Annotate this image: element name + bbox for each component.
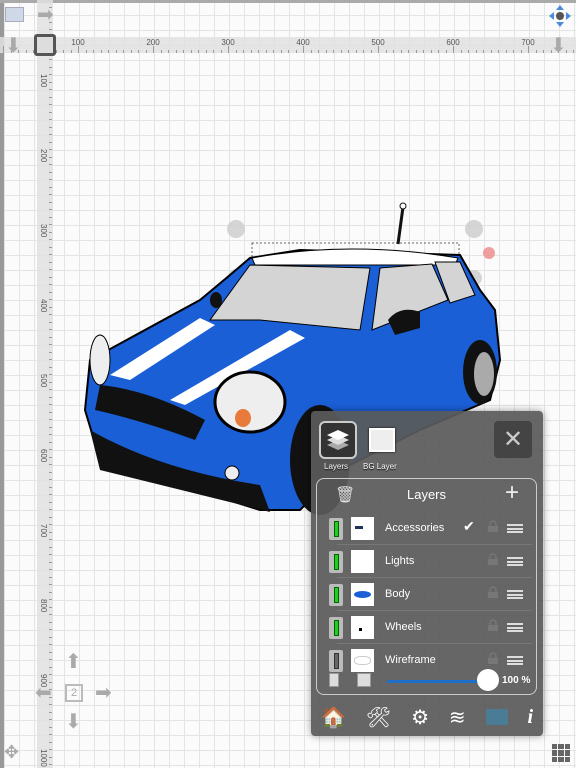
drag-handle-icon[interactable] xyxy=(507,656,523,665)
arrow-left-icon[interactable]: ⬅ xyxy=(35,683,52,703)
arrow-right-icon[interactable]: ➡ xyxy=(95,683,112,703)
close-button[interactable]: ✕ xyxy=(494,421,532,458)
visibility-toggle[interactable] xyxy=(329,551,343,573)
tab-label: BG Layer xyxy=(363,462,397,471)
layer-name: Body xyxy=(385,588,411,600)
drag-handle-icon[interactable] xyxy=(507,524,523,533)
layer-row[interactable]: Wireframe xyxy=(317,644,536,677)
drag-handle-icon[interactable] xyxy=(507,557,523,566)
layer-name: Accessories xyxy=(385,522,445,534)
drag-handle-icon[interactable] xyxy=(507,590,523,599)
gear-icon[interactable]: ⚙ xyxy=(411,705,429,730)
layer-thumbnail xyxy=(351,550,374,573)
layer-name: Lights xyxy=(385,555,415,567)
visibility-toggle[interactable] xyxy=(329,518,343,540)
lock-icon[interactable] xyxy=(488,619,498,631)
tab-label: Layers xyxy=(324,462,349,471)
layers-panel: Layers BG Layer ✕ 🗑 Layers + Accessories… xyxy=(311,411,543,736)
tab-layers[interactable] xyxy=(319,421,357,459)
opacity-value: 100 % xyxy=(502,675,531,686)
arrow-up-icon[interactable]: ⬆ xyxy=(65,652,82,672)
layer-name: Wheels xyxy=(385,621,422,633)
tools-icon[interactable]: 🛠 xyxy=(366,705,391,730)
arrow-down-icon[interactable]: ⬇ xyxy=(65,712,82,732)
layers-icon xyxy=(327,430,349,450)
drag-handle-icon[interactable] xyxy=(507,623,523,632)
layer-thumbnail xyxy=(351,616,374,639)
tab-bg-layer[interactable] xyxy=(363,421,401,459)
visibility-toggle[interactable] xyxy=(329,584,343,606)
layer-row[interactable]: Lights xyxy=(317,545,536,578)
check-icon: ✔ xyxy=(463,518,475,534)
close-icon: ✕ xyxy=(502,426,524,453)
merge-down-icon[interactable] xyxy=(357,673,371,687)
visibility-toggle[interactable] xyxy=(329,617,343,639)
home-icon[interactable]: 🏠 xyxy=(321,705,346,730)
layers-list: 🗑 Layers + Accessories ✔ Lights Body Whe… xyxy=(316,478,537,695)
add-layer-button[interactable]: + xyxy=(505,479,519,507)
panel-title: Layers xyxy=(406,487,447,502)
grid-view-button[interactable] xyxy=(552,744,570,762)
visibility-toggle[interactable] xyxy=(329,650,343,672)
layer-name: Wireframe xyxy=(385,654,436,666)
layer-thumbnail xyxy=(351,583,374,606)
layer-row[interactable]: Wheels xyxy=(317,611,536,644)
folder-icon[interactable] xyxy=(485,709,508,725)
layer-row[interactable]: Body xyxy=(317,578,536,611)
bottom-toolbar: 🏠 🛠 ⚙ ≋ i xyxy=(311,701,543,733)
opacity-slider-knob[interactable] xyxy=(477,669,499,691)
image-icon xyxy=(369,428,395,452)
layer-row[interactable]: Accessories ✔ xyxy=(317,512,536,545)
page-indicator[interactable]: 2 xyxy=(65,684,83,702)
layer-thumbnail xyxy=(351,517,374,540)
lock-icon[interactable] xyxy=(488,652,498,664)
info-icon[interactable]: i xyxy=(527,706,533,729)
opacity-slider[interactable] xyxy=(387,680,487,683)
lock-icon[interactable] xyxy=(488,586,498,598)
lock-icon[interactable] xyxy=(488,553,498,565)
lock-icon[interactable] xyxy=(488,520,498,532)
move-icon[interactable]: ✥ xyxy=(4,742,19,762)
layers-icon[interactable]: ≋ xyxy=(449,705,466,730)
duplicate-icon[interactable] xyxy=(329,673,339,687)
layer-thumbnail xyxy=(351,649,374,672)
